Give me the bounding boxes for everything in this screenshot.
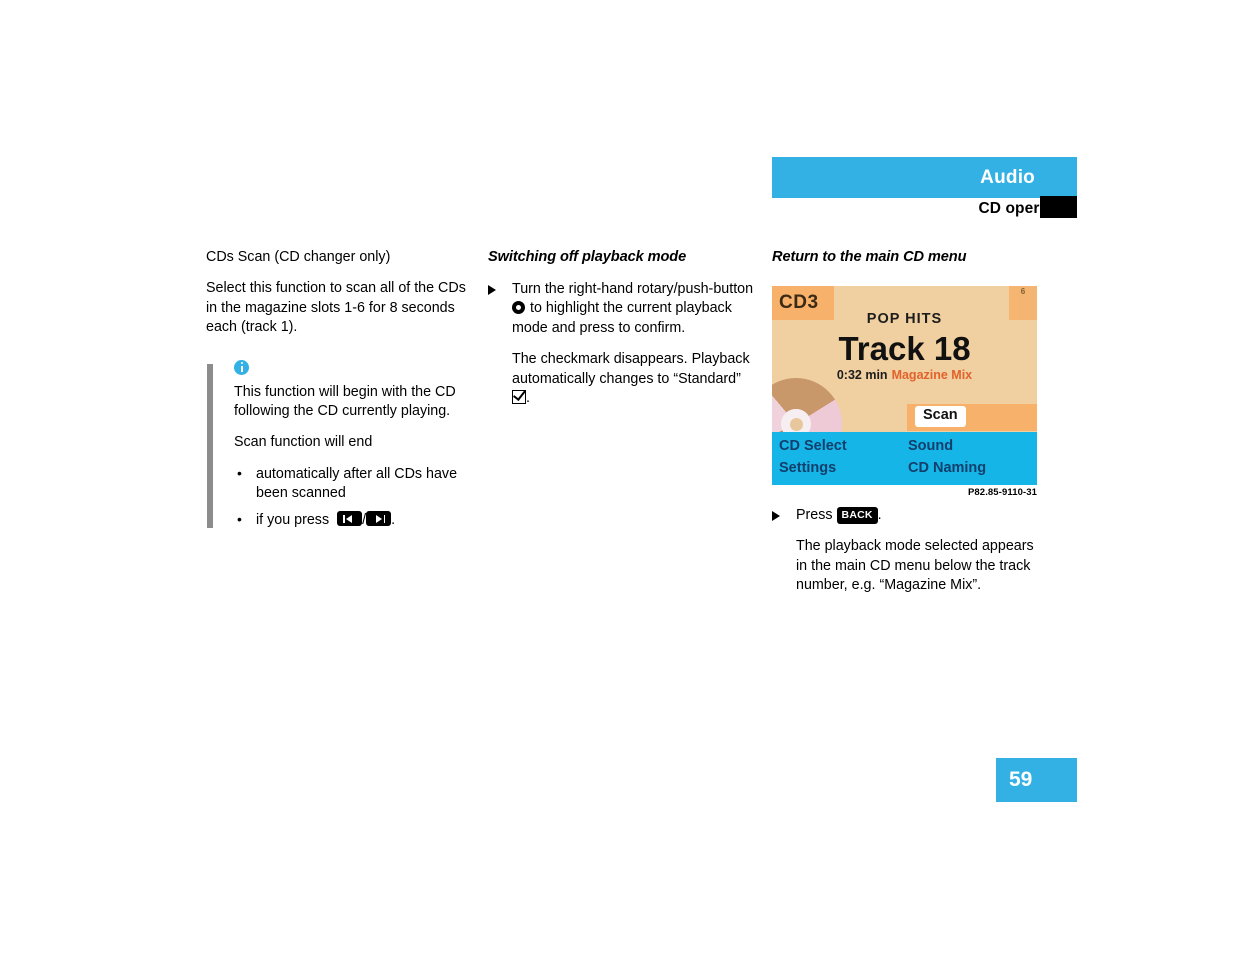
bullet-text: if you press	[256, 511, 330, 528]
step-arrow-icon	[488, 284, 496, 295]
note-side-rule	[207, 363, 213, 529]
list-item: automatically after all CDs have been sc…	[234, 464, 474, 504]
section-tab-marker	[1040, 196, 1077, 218]
middle-heading: Switching off playback mode	[488, 249, 687, 265]
skip-next-icon	[366, 511, 392, 527]
page-header-bar: Audio	[772, 157, 1077, 198]
result-text: The checkmark disappears. Playback autom…	[512, 351, 750, 387]
bullet-suffix: .	[391, 511, 396, 528]
page-subtitle-row: CD operation	[772, 198, 1077, 220]
page-number: 59	[1009, 768, 1033, 791]
manual-page: Audio CD operation CDs Scan (CD changer …	[0, 0, 1235, 954]
list-item: if you press /.	[234, 510, 474, 530]
instruction-step: Press BACK.	[772, 506, 1040, 525]
left-column: CDs Scan (CD changer only) Select this f…	[206, 248, 474, 537]
page-number-box: 59	[996, 758, 1077, 802]
display-album-name: POP HITS	[866, 311, 943, 327]
note-bullet-list: automatically after all CDs have been sc…	[234, 464, 474, 530]
back-button-key: BACK	[836, 506, 878, 524]
head-unit-display-figure: CD3 6 POP HITS Track 18 0:32 min Magazine…	[772, 286, 1037, 485]
display-menu-item-cd-select[interactable]: CD Select	[779, 438, 847, 454]
result-suffix: .	[526, 390, 530, 407]
step-result-text: The playback mode selected appears in th…	[796, 538, 1034, 594]
figure-caption: P82.85-9110-31	[967, 487, 1037, 498]
right-column-body: Press BACK. The playback mode selected a…	[772, 506, 1040, 608]
step-text-part-b: to highlight the current playback mode a…	[512, 300, 732, 336]
display-elapsed-time: 0:32 min	[836, 368, 888, 382]
bullet-text: automatically after all CDs have been sc…	[256, 465, 458, 502]
info-icon	[234, 359, 249, 375]
display-track-name: Track 18	[838, 330, 971, 367]
cd-disc-hole	[789, 417, 803, 431]
info-note: This function will begin with the CD fol…	[206, 359, 474, 530]
display-menu-item-settings[interactable]: Settings	[779, 460, 836, 476]
note-paragraph: This function will begin with the CD fol…	[234, 383, 456, 420]
head-unit-screen: CD3 6 POP HITS Track 18 0:32 min Magazine…	[772, 286, 1037, 485]
page-title: Audio	[980, 166, 1035, 188]
left-section-title: CDs Scan (CD changer only)	[206, 249, 391, 265]
skip-previous-icon	[337, 511, 363, 527]
right-column: Return to the main CD menu	[772, 248, 1040, 280]
step-arrow-icon	[772, 510, 780, 521]
rotary-push-button-icon	[512, 301, 525, 315]
display-menu-bar: CD Select Sound Settings CD Naming	[772, 432, 1037, 485]
press-suffix: .	[877, 507, 882, 523]
middle-column: Switching off playback mode Turn the rig…	[488, 248, 756, 420]
right-heading: Return to the main CD menu	[772, 249, 967, 265]
display-playback-mode: Magazine Mix	[891, 368, 973, 382]
left-intro-paragraph: Select this function to scan all of the …	[206, 280, 466, 336]
instruction-step: Turn the right-hand rotary/push-button t…	[488, 280, 756, 338]
step-text: Press BACK.	[796, 506, 1040, 525]
checkmark-box-icon	[512, 389, 526, 404]
press-label: Press	[796, 507, 833, 523]
step-text-part-a: Turn the right-hand rotary/push-button	[512, 281, 754, 297]
display-menu-item-cd-naming[interactable]: CD Naming	[908, 460, 986, 476]
step-text: Turn the right-hand rotary/push-button t…	[512, 280, 756, 338]
note-list-intro: Scan function will end	[234, 434, 373, 451]
display-menu-item-sound[interactable]: Sound	[908, 438, 953, 454]
step-result-text: The checkmark disappears. Playback autom…	[488, 350, 756, 408]
display-scan-highlight[interactable]: Scan	[915, 406, 966, 427]
